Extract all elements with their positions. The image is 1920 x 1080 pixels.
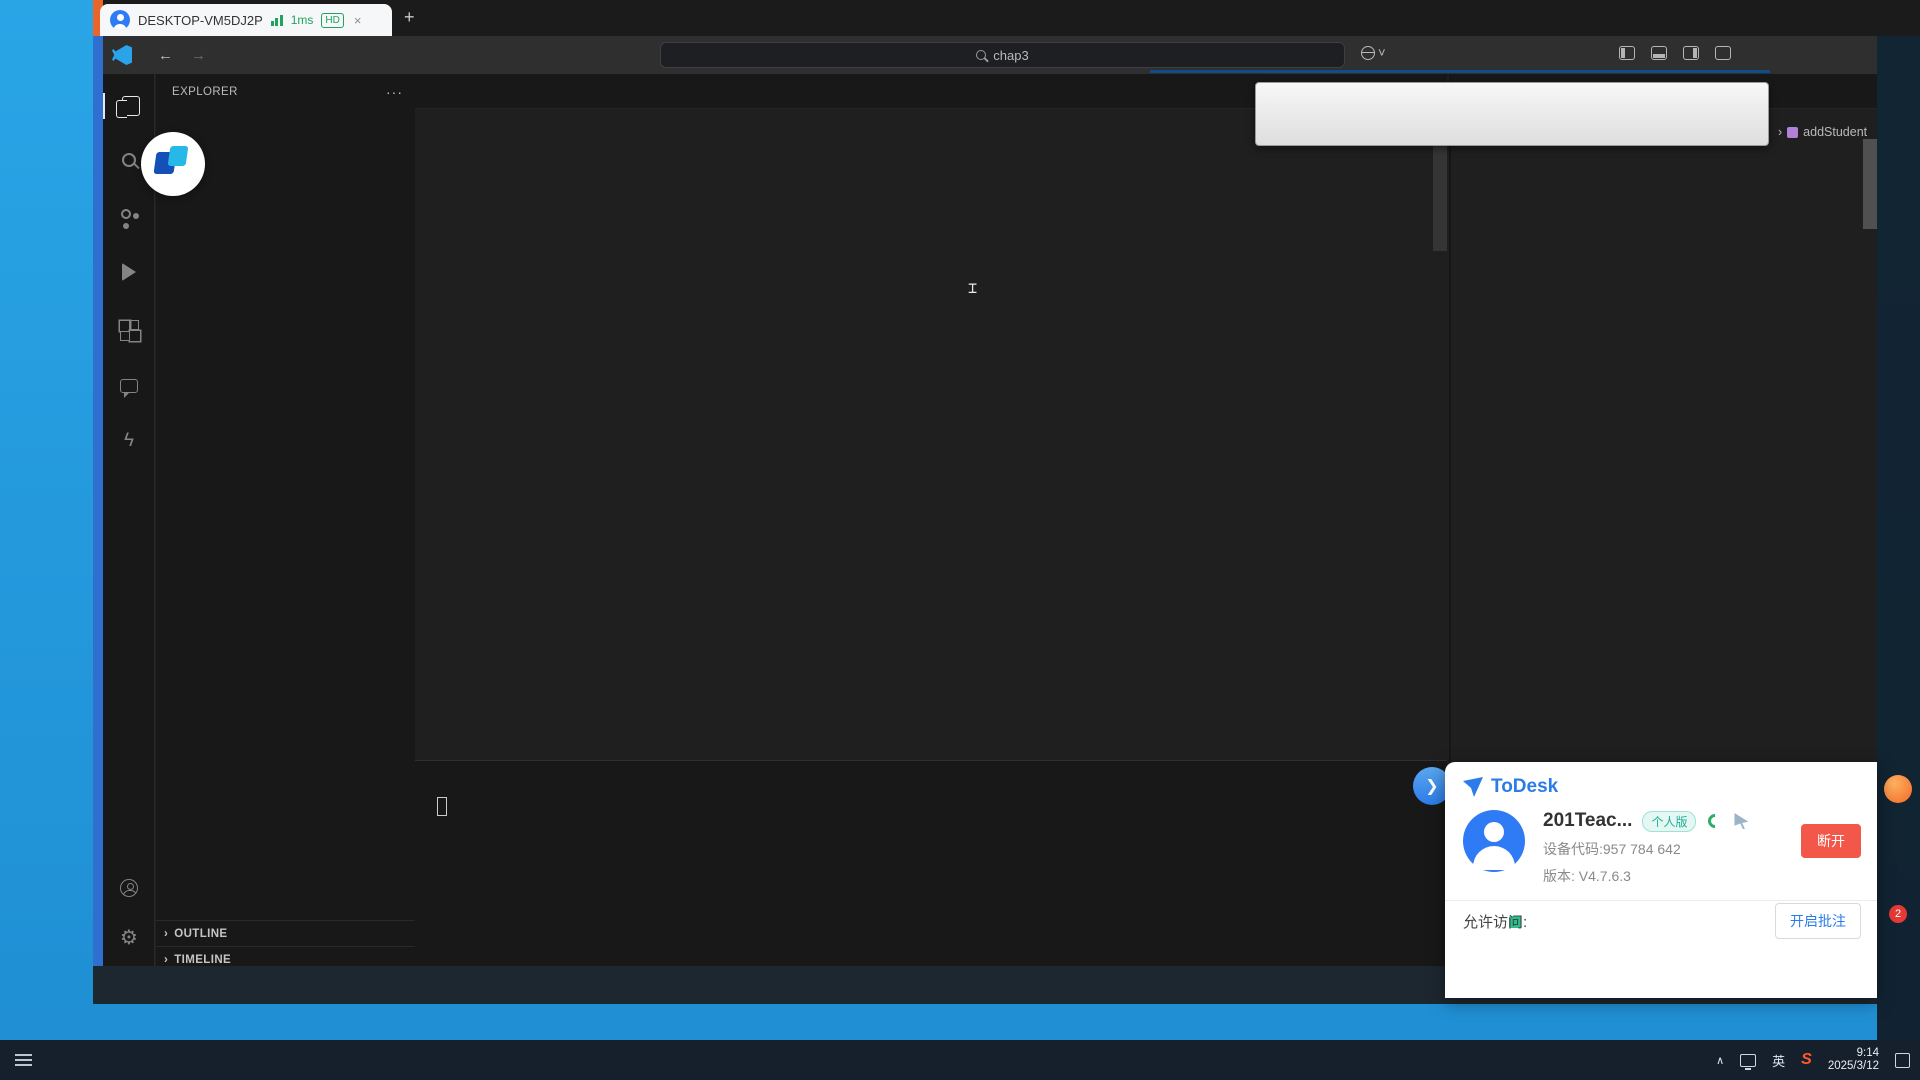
run-debug-icon[interactable] (115, 258, 143, 286)
vscode-logo-icon (112, 45, 132, 65)
device-code: 设备代码:957 784 642 (1543, 839, 1748, 859)
extensions-icon[interactable] (115, 318, 143, 346)
search-value: chap3 (993, 48, 1028, 63)
voice-call-icon[interactable] (1706, 812, 1724, 830)
dock-orange-icon[interactable] (1884, 775, 1912, 803)
activity-bar: ϟ ⚙ (103, 74, 155, 972)
lightning-icon[interactable]: ϟ (115, 426, 143, 454)
customize-layout-icon[interactable] (1715, 46, 1731, 60)
account-icon[interactable] (115, 874, 143, 902)
mouse-ibeam-cursor: ⌶ (968, 279, 977, 297)
local-taskbar: ∧ 英 S 9:142025/3/12 (0, 1040, 1920, 1080)
todesk-logo-icon (1463, 777, 1483, 797)
vscode-title-bar: ← → chap3 ˅ (103, 36, 1877, 74)
focus-accent-line (1150, 70, 1770, 73)
action-center-icon[interactable] (1895, 1053, 1910, 1068)
breadcrumb-right-fragment[interactable]: › addStudent (1778, 125, 1867, 139)
explorer-more-icon[interactable]: ··· (386, 84, 403, 100)
display-tray-icon[interactable] (1740, 1054, 1756, 1067)
desktop: DESKTOP-VM5DJ2P 1ms HD × + ← → chap3 ˅ (0, 0, 1920, 1080)
symbol-cube-icon (1787, 127, 1798, 138)
allow-access-label: 允许访问: (1463, 914, 1527, 931)
enable-annotation-button[interactable]: 开启批注 (1775, 903, 1861, 939)
source-control-icon[interactable] (115, 204, 143, 232)
new-session-button[interactable]: + (404, 8, 415, 26)
close-session-icon[interactable]: × (354, 13, 362, 28)
terminal-output (415, 771, 1447, 793)
terminal-panel (415, 760, 1447, 973)
terminal-cursor (437, 797, 447, 816)
taskbar-menu-icon[interactable] (0, 1054, 46, 1066)
explorer-sidebar: EXPLORER ··· ›OUTLINE ›TIMELINE (156, 74, 418, 972)
todesk-window-controls[interactable] (1906, 0, 1914, 36)
version: 版本: V4.7.6.3 (1543, 866, 1748, 886)
remote-wallpaper-edge (93, 36, 103, 1004)
plan-badge: 个人版 (1642, 811, 1696, 832)
todesk-control-panel: ToDesk 201Teac... 个人版 设备代码:957 784 642 版… (1445, 762, 1877, 998)
forward-arrow-icon[interactable]: → (191, 47, 206, 64)
clock[interactable]: 9:142025/3/12 (1828, 1047, 1879, 1073)
right-dock: 2 (1877, 36, 1920, 1040)
todesk-brand: ToDesk (1491, 776, 1558, 798)
tray-expand-icon[interactable]: ∧ (1716, 1054, 1724, 1067)
profile-globe-icon[interactable]: ˅ (1361, 45, 1386, 60)
chat-icon[interactable] (115, 372, 143, 400)
explorer-title: EXPLORER (172, 86, 238, 98)
user-avatar (1463, 810, 1525, 872)
remote-user-name: 201Teac... (1543, 810, 1632, 832)
hd-badge: HD (321, 13, 343, 28)
outline-section[interactable]: ›OUTLINE (156, 920, 417, 946)
toggle-secondary-sidebar-icon[interactable] (1683, 46, 1699, 60)
dock-badge: 2 (1889, 905, 1907, 923)
remote-session-tab[interactable]: DESKTOP-VM5DJ2P 1ms HD × (100, 4, 392, 36)
search-icon[interactable] (115, 146, 143, 174)
editor-group-left: ⌶ (415, 74, 1447, 760)
editor-scrollbar-right[interactable] (1863, 139, 1877, 229)
ime-indicator[interactable]: 英 (1772, 1051, 1785, 1070)
disconnect-button[interactable]: 断开 (1801, 824, 1861, 858)
command-search-input[interactable]: chap3 (660, 42, 1345, 68)
latency-label: 1ms (291, 13, 314, 27)
settings-gear-icon[interactable]: ⚙ (115, 924, 143, 952)
search-icon (976, 50, 986, 60)
session-title: DESKTOP-VM5DJ2P (138, 13, 263, 28)
layout-toggle-icons[interactable] (1619, 46, 1731, 60)
explorer-icon[interactable] (115, 92, 143, 120)
toggle-sidebar-icon[interactable] (1619, 46, 1635, 60)
session-avatar-icon (110, 10, 130, 30)
local-taskbar-tray: ∧ 英 S 9:142025/3/12 (1716, 1040, 1910, 1080)
toggle-panel-icon[interactable] (1651, 46, 1667, 60)
back-arrow-icon[interactable]: ← (158, 47, 173, 64)
signal-icon (271, 14, 283, 26)
todesk-floating-ball[interactable] (141, 132, 205, 196)
s-app-tray-icon[interactable]: S (1801, 1051, 1812, 1069)
todesk-tab-bar: DESKTOP-VM5DJ2P 1ms HD × + (93, 0, 1920, 36)
annotation-toolbar (1255, 82, 1769, 146)
remote-cursor-icon[interactable] (1734, 813, 1748, 829)
panel-tabs (415, 761, 1447, 771)
editor-scrollbar[interactable] (1433, 131, 1447, 251)
